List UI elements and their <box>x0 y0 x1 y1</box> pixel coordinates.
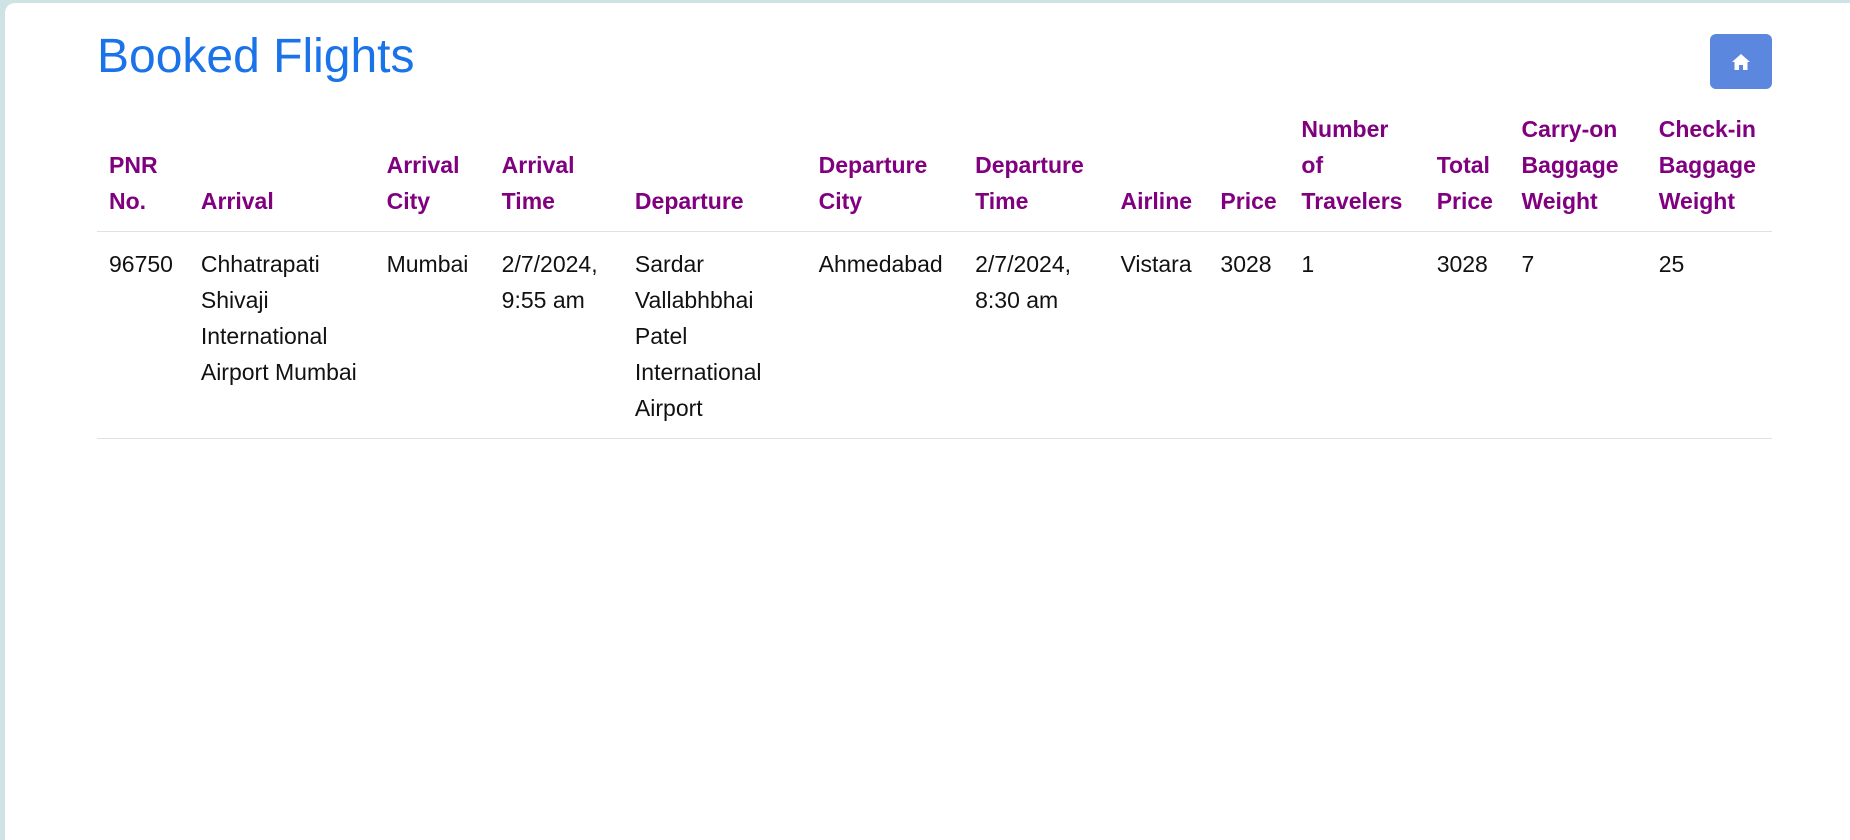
header-total-price: Total Price <box>1424 111 1510 232</box>
cell-number-of-travelers: 1 <box>1289 231 1425 439</box>
cell-departure: Sardar Vallabhbhai Patel International A… <box>622 231 807 439</box>
cell-check-in-baggage: 25 <box>1646 231 1772 439</box>
header-departure-time: Departure Time <box>963 111 1109 232</box>
page-title: Booked Flights <box>97 30 415 83</box>
cell-price: 3028 <box>1208 231 1290 439</box>
table-header-row: PNR No. Arrival Arrival City Arrival Tim… <box>97 111 1772 232</box>
header-departure: Departure <box>622 111 807 232</box>
header-airline: Airline <box>1108 111 1209 232</box>
home-button[interactable] <box>1710 34 1772 89</box>
header-check-in-baggage: Check-in Baggage Weight <box>1646 111 1772 232</box>
header-arrival-city: Arrival City <box>374 111 490 232</box>
header-arrival-time: Arrival Time <box>489 111 623 232</box>
cell-carry-on-baggage: 7 <box>1509 231 1647 439</box>
table-row: 96750 Chhatrapati Shivaji International … <box>97 231 1772 439</box>
booked-flights-table: PNR No. Arrival Arrival City Arrival Tim… <box>97 111 1772 439</box>
cell-total-price: 3028 <box>1424 231 1510 439</box>
cell-airline: Vistara <box>1108 231 1209 439</box>
cell-departure-city: Ahmedabad <box>806 231 964 439</box>
cell-arrival-city: Mumbai <box>374 231 490 439</box>
header-arrival: Arrival <box>188 111 375 232</box>
header-departure-city: Departure City <box>806 111 964 232</box>
cell-departure-time: 2/7/2024, 8:30 am <box>963 231 1109 439</box>
cell-arrival: Chhatrapati Shivaji International Airpor… <box>188 231 375 439</box>
cell-arrival-time: 2/7/2024, 9:55 am <box>489 231 623 439</box>
header-number-of-travelers: Number of Travelers <box>1289 111 1425 232</box>
header-carry-on-baggage: Carry-on Baggage Weight <box>1509 111 1647 232</box>
home-icon <box>1732 53 1750 70</box>
header-pnr: PNR No. <box>97 111 189 232</box>
cell-pnr: 96750 <box>97 231 189 439</box>
page-container: Booked Flights PNR No. Arrival Arrival C… <box>5 3 1850 840</box>
header-price: Price <box>1208 111 1290 232</box>
